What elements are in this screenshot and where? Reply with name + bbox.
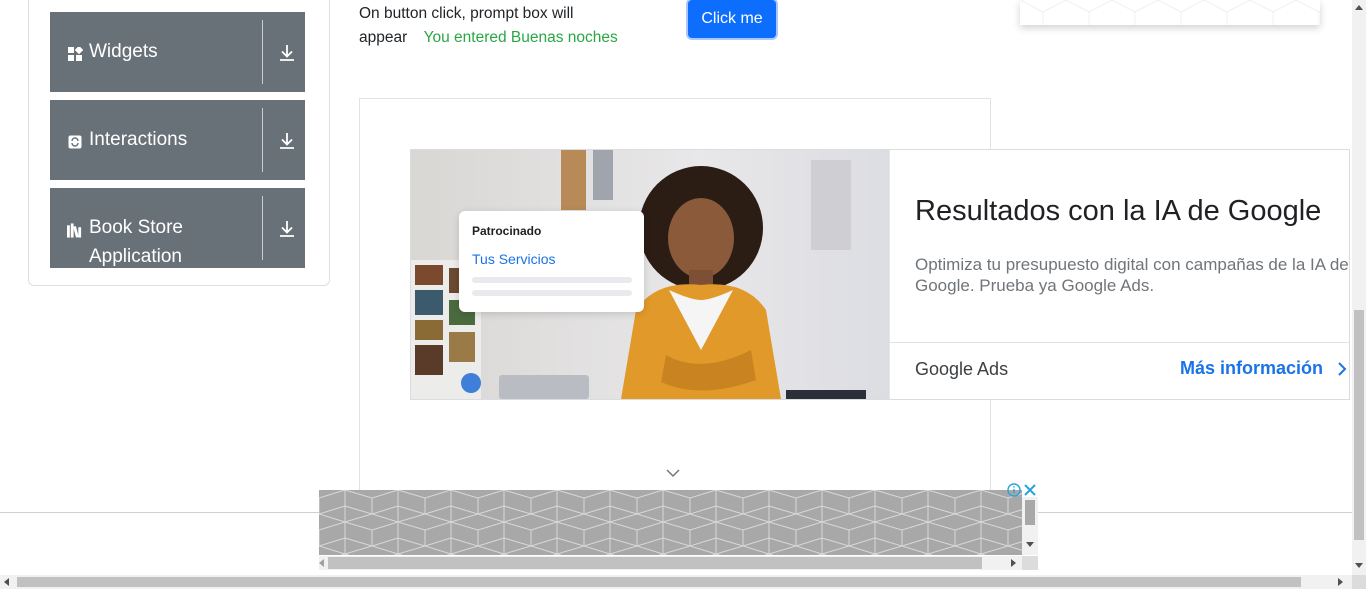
scroll-left-arrow-icon[interactable] bbox=[319, 559, 325, 567]
scrollbar-thumb[interactable] bbox=[1354, 310, 1364, 540]
chevron-down-icon[interactable] bbox=[666, 468, 680, 478]
ad-description: Optimiza tu presupuesto digital con camp… bbox=[915, 255, 1349, 295]
ad-divider bbox=[890, 342, 1349, 343]
ad-info-icon[interactable] bbox=[1007, 483, 1021, 497]
ad-vertical-scrollbar[interactable] bbox=[1022, 497, 1038, 555]
ad-horizontal-scrollbar[interactable] bbox=[319, 556, 1022, 570]
scroll-down-arrow-icon[interactable] bbox=[1026, 542, 1034, 548]
mock-ad-card: Patrocinado Tus Servicios bbox=[459, 211, 644, 312]
chevron-right-icon bbox=[1338, 362, 1347, 376]
google-ad-banner[interactable]: Patrocinado Tus Servicios Resultados con… bbox=[410, 149, 1350, 400]
prompt-button[interactable]: Click me bbox=[688, 0, 776, 38]
book-store-icon bbox=[67, 222, 83, 238]
scrollbar-thumb[interactable] bbox=[1025, 500, 1035, 525]
scroll-left-arrow-icon[interactable] bbox=[4, 578, 10, 586]
ad-title[interactable]: Resultados con la IA de Google bbox=[915, 195, 1321, 228]
scroll-right-arrow-icon[interactable] bbox=[1338, 578, 1344, 586]
group-separator bbox=[262, 20, 263, 84]
sidebar-group-widgets[interactable]: Widgets bbox=[50, 12, 305, 92]
group-separator bbox=[262, 108, 263, 172]
mock-line bbox=[472, 277, 632, 283]
ad-cta-label: Más información bbox=[1180, 358, 1324, 378]
scroll-right-arrow-icon[interactable] bbox=[1011, 559, 1017, 567]
page-horizontal-scrollbar[interactable] bbox=[0, 575, 1352, 589]
mock-service-link: Tus Servicios bbox=[472, 251, 556, 267]
sidebar-group-interactions[interactable]: Interactions bbox=[50, 100, 305, 180]
prompt-result: You entered Buenas noches bbox=[423, 29, 618, 46]
bottom-ad-banner[interactable] bbox=[319, 490, 1022, 555]
sidebar-group-label: Book Store Application bbox=[89, 217, 183, 267]
sidebar-group-label: Interactions bbox=[89, 129, 188, 150]
prompt-description-block: On button click, prompt box will appear … bbox=[359, 2, 619, 50]
interactions-icon bbox=[67, 134, 83, 150]
scrollbar-corner bbox=[1352, 575, 1366, 589]
sidebar-group-label: Widgets bbox=[89, 41, 158, 62]
sidebar-group-book-store[interactable]: Book Store Application bbox=[50, 188, 305, 268]
download-arrow-icon[interactable] bbox=[276, 218, 298, 240]
scroll-up-arrow-icon[interactable] bbox=[1355, 4, 1363, 10]
page-vertical-scrollbar[interactable] bbox=[1352, 0, 1366, 575]
ad-cta-link[interactable]: Más información bbox=[1180, 358, 1348, 379]
top-ad-strip bbox=[1020, 0, 1320, 25]
scroll-down-arrow-icon[interactable] bbox=[1355, 563, 1363, 569]
widgets-icon bbox=[67, 46, 83, 62]
download-arrow-icon[interactable] bbox=[276, 130, 298, 152]
hex-pattern-decoration bbox=[1020, 0, 1320, 25]
close-icon[interactable] bbox=[1024, 484, 1036, 496]
scrollbar-thumb[interactable] bbox=[17, 577, 1301, 587]
ad-text-panel: Resultados con la IA de Google Optimiza … bbox=[889, 150, 1349, 399]
mock-sponsored-label: Patrocinado bbox=[472, 224, 542, 238]
hex-pattern-decoration bbox=[319, 490, 1022, 555]
group-separator bbox=[262, 196, 263, 260]
mock-line bbox=[472, 290, 632, 296]
scrollbar-corner bbox=[1022, 556, 1038, 570]
scrollbar-thumb[interactable] bbox=[328, 557, 982, 569]
ad-brand: Google Ads bbox=[915, 359, 1009, 379]
download-arrow-icon[interactable] bbox=[276, 42, 298, 64]
